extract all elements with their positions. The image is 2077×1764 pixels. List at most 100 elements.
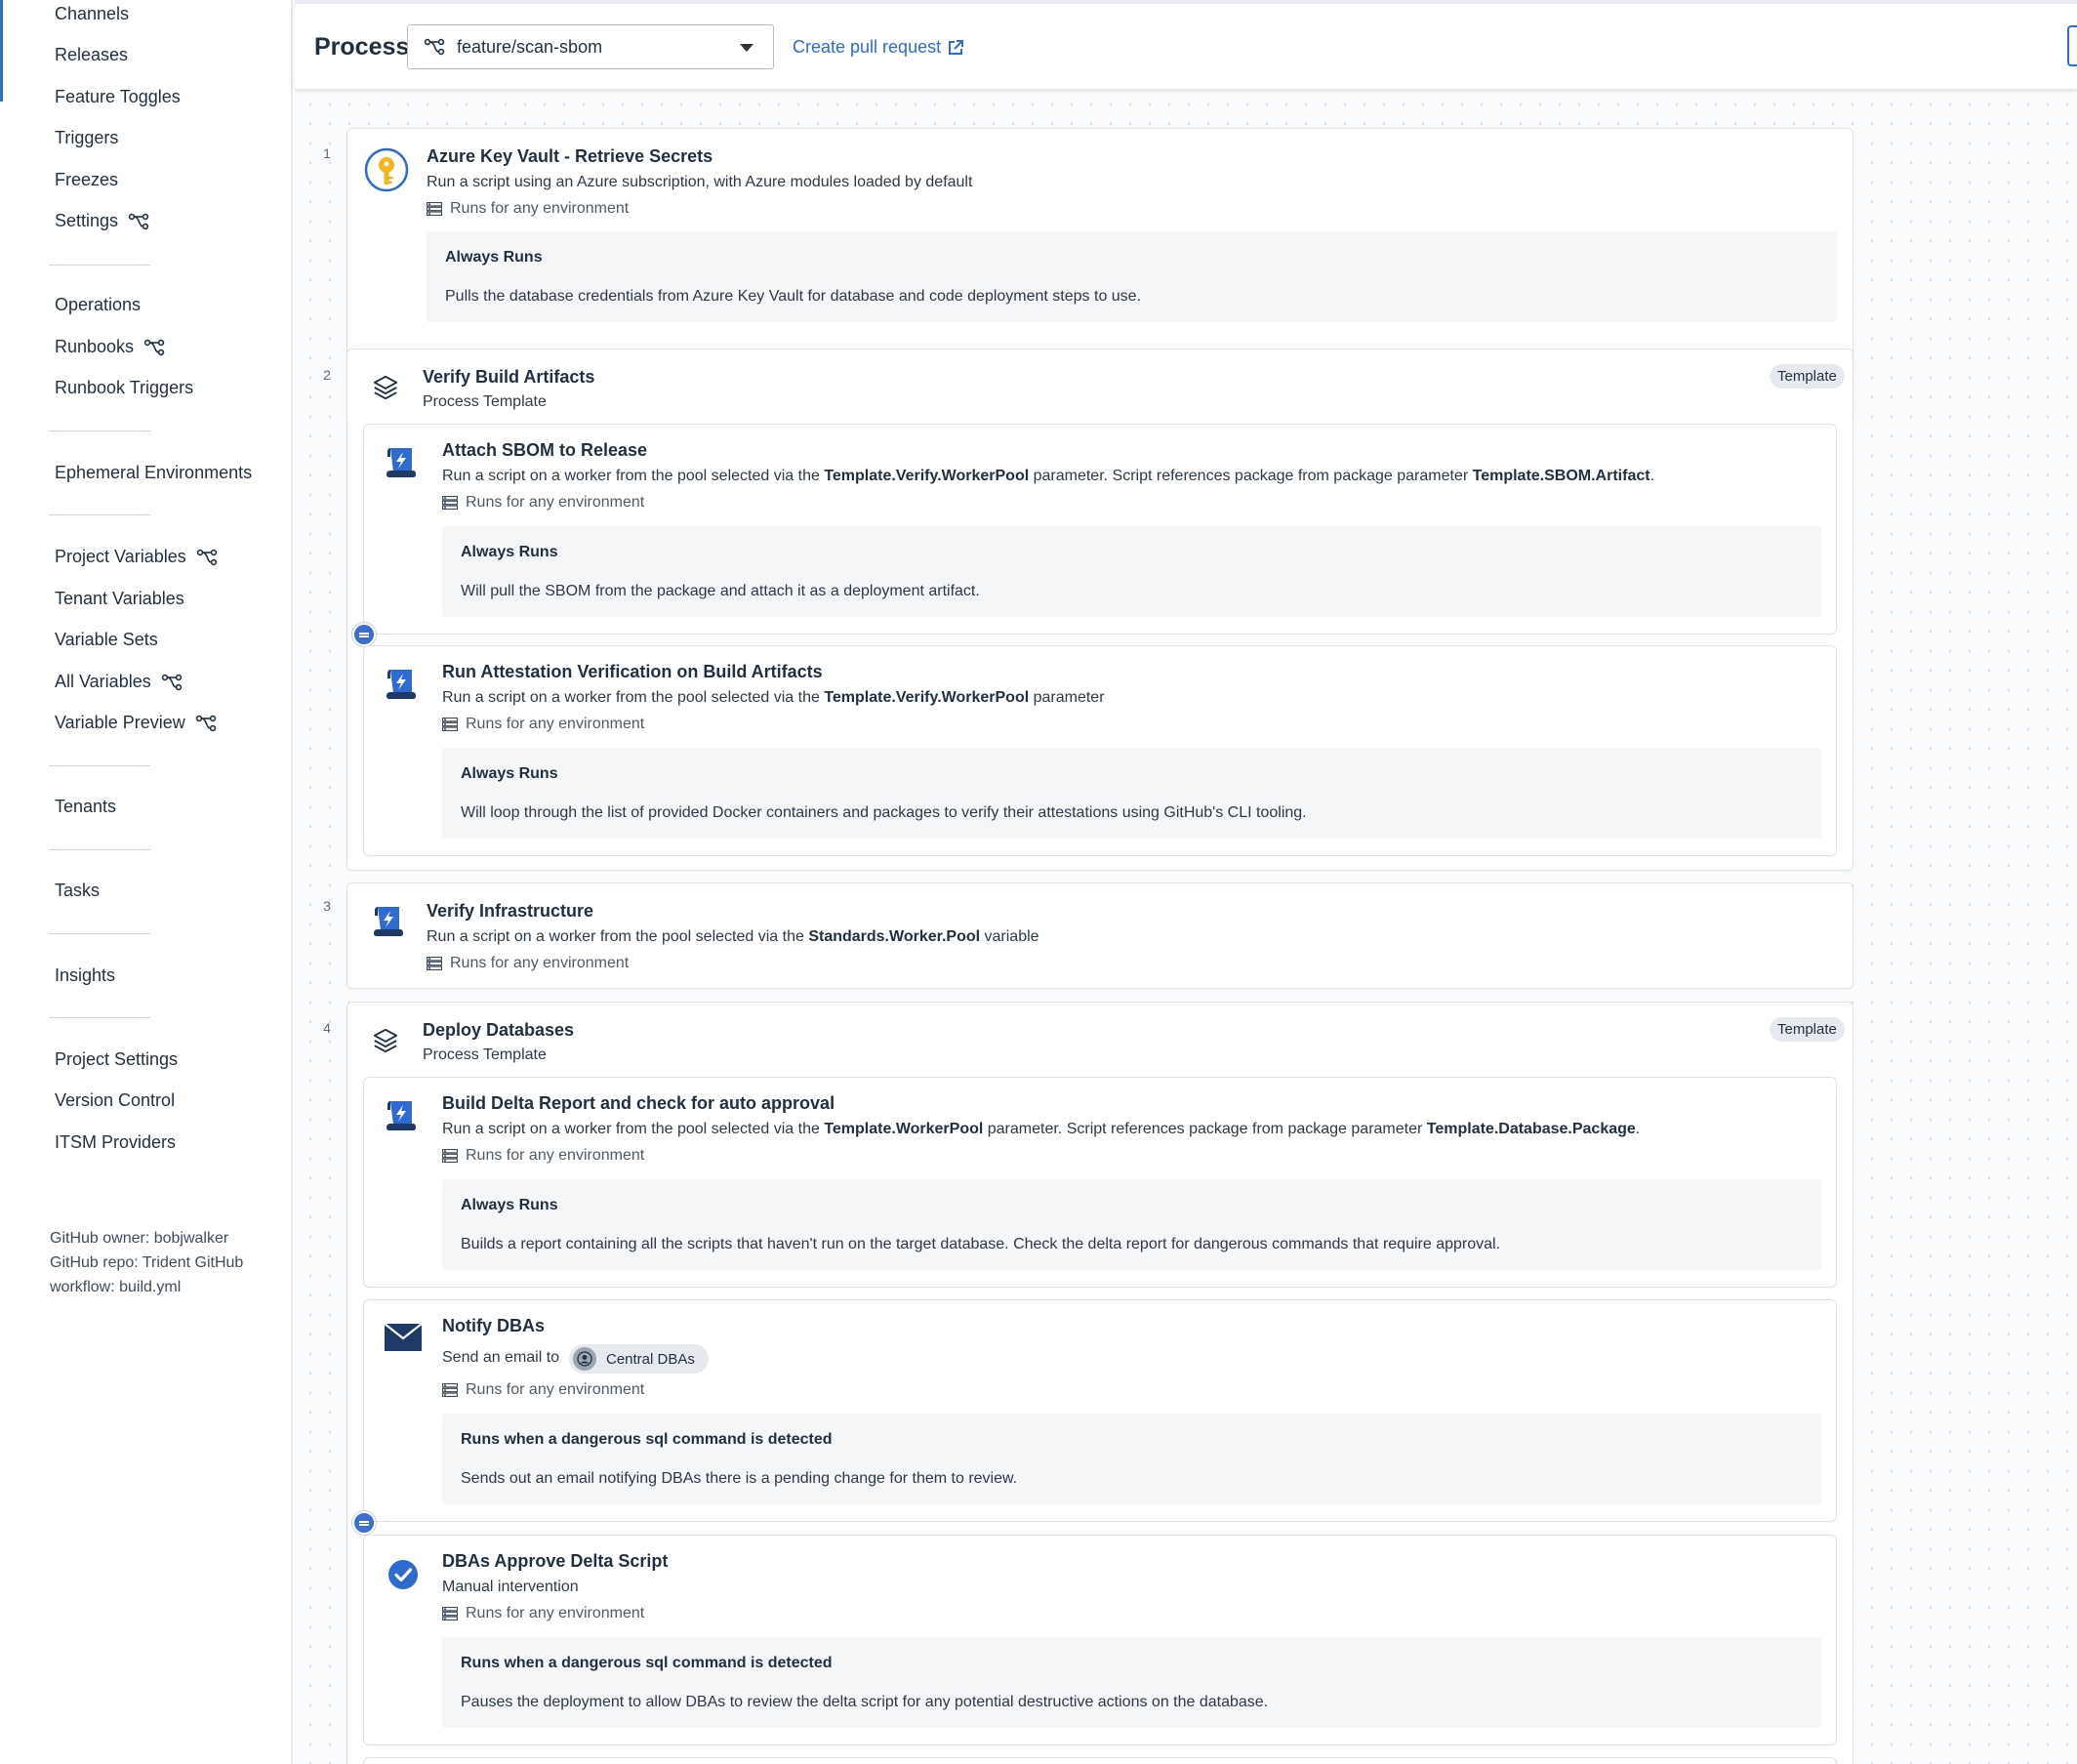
branch-selector[interactable]: feature/scan-sbom (407, 24, 774, 69)
step-notes: Pulls the database credentials from Azur… (445, 288, 1142, 305)
sidebar-divider (49, 514, 150, 515)
step-note: Runs when a dangerous sql command is det… (442, 1637, 1821, 1728)
email-icon (385, 1324, 422, 1351)
template-badge: Template (1770, 364, 1845, 389)
sidebar-item-channels[interactable]: Channels (55, 4, 129, 24)
environment-scope: Runs for any environment (442, 1147, 644, 1165)
run-condition: Always Runs (461, 765, 558, 782)
sidebar-divider (49, 933, 150, 934)
script-icon (383, 445, 418, 480)
server-icon (442, 1149, 458, 1163)
step-description: Run a script on a worker from the pool s… (442, 689, 1105, 706)
sidebar-item-project-settings[interactable]: Project Settings (55, 1049, 178, 1070)
step-card-verify-infrastructure[interactable]: Verify Infrastructure Run a script on a … (346, 882, 1853, 989)
sidebar-active-indicator (0, 0, 3, 102)
sidebar-item-label: Version Control (55, 1090, 176, 1110)
step-card-deploy-databases[interactable]: Deploy Databases Process Template Templa… (346, 1002, 1853, 1764)
create-pull-request-link[interactable]: Create pull request (793, 37, 964, 58)
sidebar-item-version-control[interactable]: Version Control (55, 1090, 175, 1111)
parallel-execution-toggle[interactable] (352, 623, 376, 646)
sidebar-item-operations[interactable]: Operations (55, 295, 141, 315)
server-icon (442, 1383, 458, 1397)
sidebar-item-label: Feature Toggles (55, 87, 181, 106)
sidebar-item-all-variables[interactable]: All Variables (55, 672, 183, 692)
recipient-team-chip[interactable]: Central DBAs (569, 1344, 709, 1374)
child-step-dbas-approve[interactable]: DBAs Approve Delta Script Manual interve… (363, 1535, 1837, 1745)
step-number: 4 (323, 1020, 331, 1036)
step-title: DBAs Approve Delta Script (442, 1551, 669, 1571)
step-description: Run a script using an Azure subscription… (427, 174, 973, 190)
sidebar-item-freezes[interactable]: Freezes (55, 170, 118, 190)
script-icon (383, 667, 418, 702)
branch-name: feature/scan-sbom (457, 36, 603, 57)
script-icon (383, 1098, 418, 1133)
sidebar-item-ephemeral-environments[interactable]: Ephemeral Environments (55, 463, 252, 483)
sidebar-item-label: Tasks (55, 881, 101, 900)
step-title: Attach SBOM to Release (442, 440, 648, 460)
sidebar-item-runbooks[interactable]: Runbooks (55, 337, 165, 357)
step-number: 1 (323, 145, 331, 161)
child-step-run-attestation[interactable]: Run Attestation Verification on Build Ar… (363, 645, 1837, 856)
sidebar-item-label: Operations (55, 295, 142, 314)
server-icon (442, 718, 458, 731)
sidebar: Channels Releases Feature Toggles Trigge… (0, 0, 293, 1764)
environment-scope: Runs for any environment (442, 1381, 644, 1399)
sidebar-item-label: Releases (55, 45, 129, 64)
child-step-build-delta-report[interactable]: Build Delta Report and check for auto ap… (363, 1077, 1837, 1288)
step-number: 3 (323, 898, 331, 914)
sidebar-item-variable-preview[interactable]: Variable Preview (55, 713, 217, 733)
step-note: Always Runs Will pull the SBOM from the … (442, 526, 1821, 617)
git-branch-icon (195, 715, 217, 732)
step-notes: Builds a report containing all the scrip… (461, 1236, 1501, 1252)
sidebar-item-project-variables[interactable]: Project Variables (55, 547, 218, 567)
step-number: 2 (323, 367, 331, 383)
environment-scope: Runs for any environment (427, 200, 629, 218)
environment-scope: Runs for any environment (442, 716, 644, 733)
server-icon (427, 202, 442, 216)
server-icon (442, 1607, 458, 1620)
environment-scope-label: Runs for any environment (450, 200, 630, 217)
sidebar-item-feature-toggles[interactable]: Feature Toggles (55, 87, 181, 107)
child-step-notify-dbas[interactable]: Notify DBAs Send an email to Central DBA… (363, 1299, 1837, 1522)
sidebar-item-label: ITSM Providers (55, 1132, 177, 1152)
sidebar-item-triggers[interactable]: Triggers (55, 128, 118, 148)
sidebar-item-itsm-providers[interactable]: ITSM Providers (55, 1132, 176, 1153)
step-card-verify-build-artifacts[interactable]: Verify Build Artifacts Process Template … (346, 349, 1853, 871)
sidebar-item-insights[interactable]: Insights (55, 965, 115, 986)
layers-icon (372, 1027, 399, 1054)
layers-icon (372, 374, 399, 401)
sidebar-item-variable-sets[interactable]: Variable Sets (55, 630, 158, 650)
git-connection-info: GitHub owner: bobjwalker GitHub repo: Tr… (50, 1230, 244, 1295)
sidebar-item-tenants[interactable]: Tenants (55, 797, 116, 817)
manual-intervention-icon (388, 1560, 418, 1589)
sidebar-item-tasks[interactable]: Tasks (55, 881, 100, 901)
step-description: Send an email to (442, 1349, 560, 1366)
environment-scope-label: Runs for any environment (450, 955, 630, 971)
step-title: Build Delta Report and check for auto ap… (442, 1093, 835, 1113)
parallel-execution-toggle[interactable] (352, 1511, 376, 1535)
sidebar-item-label: Ephemeral Environments (55, 463, 253, 482)
environment-scope-label: Runs for any environment (466, 1605, 645, 1621)
step-notes: Will pull the SBOM from the package and … (461, 583, 980, 599)
sidebar-item-settings[interactable]: Settings (55, 211, 149, 231)
step-description: Run a script on a worker from the pool s… (442, 1121, 1641, 1137)
run-condition: Runs when a dangerous sql command is det… (461, 1431, 833, 1448)
step-note: Always Runs Builds a report containing a… (442, 1179, 1821, 1270)
sidebar-item-label: Insights (55, 965, 116, 985)
git-branch-icon (424, 38, 445, 56)
sidebar-divider (49, 1017, 150, 1018)
chevron-down-icon (740, 44, 753, 52)
key-vault-icon (364, 147, 409, 192)
sidebar-item-label: Project Variables (55, 547, 186, 566)
external-link-icon (947, 39, 964, 57)
step-title: Verify Build Artifacts (423, 367, 595, 387)
git-branch-icon (143, 339, 165, 356)
header-action-button[interactable] (2067, 25, 2077, 66)
sidebar-item-releases[interactable]: Releases (55, 45, 128, 65)
sidebar-item-label: Tenants (55, 797, 117, 816)
sidebar-item-tenant-variables[interactable]: Tenant Variables (55, 589, 184, 609)
run-condition: Always Runs (445, 249, 543, 266)
child-step-next[interactable] (363, 1757, 1837, 1764)
child-step-attach-sbom[interactable]: Attach SBOM to Release Run a script on a… (363, 424, 1837, 635)
sidebar-item-runbook-triggers[interactable]: Runbook Triggers (55, 378, 193, 398)
